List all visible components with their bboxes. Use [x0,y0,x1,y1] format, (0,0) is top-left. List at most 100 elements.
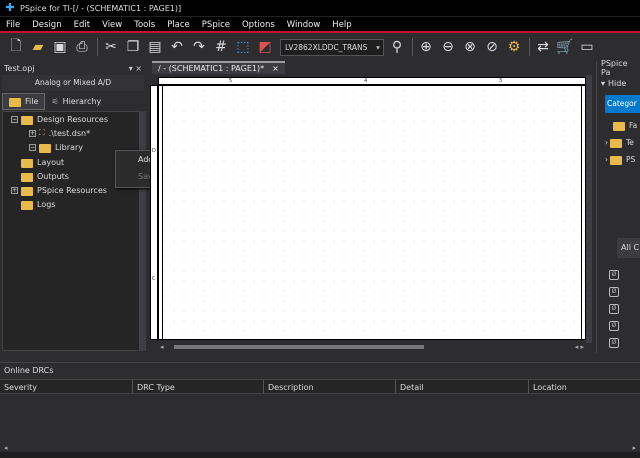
zoom-all-icon[interactable]: ⊘ [482,37,502,57]
column-drc-type[interactable]: DRC Type [133,380,264,393]
tab-file[interactable]: File [2,93,46,110]
project-panel-header: Test.opj ▾ × [0,61,146,75]
canvas-vertical-scrollbar[interactable] [586,75,592,343]
tab-schematic-page[interactable]: / - (SCHEMATIC1 : PAGE1)* × [152,61,285,74]
part-symbol-icon: Ø [609,303,619,314]
chevron-right-icon[interactable]: › [605,155,608,164]
pspice-part-panel: PSpice Pa ▾ Hide Categor Fa › Te › PS All C… [596,59,640,353]
project-panel: Test.opj ▾ × Analog or Mixed A/D File ⚟ … [0,61,146,353]
save-icon[interactable]: ▣ [50,37,70,57]
tab-hierarchy-label: Hierarchy [62,97,102,106]
folder-icon [610,156,622,165]
part-result-row[interactable]: Ø [609,300,640,317]
search-icon[interactable]: ⚲ [387,37,407,57]
annotate-icon[interactable]: ⚙ [504,37,524,57]
column-location[interactable]: Location [529,380,640,393]
collapse-icon[interactable]: − [29,144,36,152]
project-panel-title: Test.opj [4,63,35,73]
hide-label: Hide [608,79,627,88]
ruler-label: 5 [229,78,233,84]
schematic-page[interactable] [158,85,586,341]
new-icon[interactable]: 🗋 [6,37,26,57]
column-severity[interactable]: Severity [0,380,133,393]
tree-item-logs[interactable]: Logs [3,198,139,212]
part-result-row[interactable]: Ø [609,266,640,283]
scroll-left-icon[interactable]: ◂ [4,444,8,452]
close-icon[interactable]: × [272,64,279,73]
scroll-thumb[interactable] [174,345,424,349]
category-item[interactable]: Fa [605,117,640,134]
pspice-panel-header: PSpice Pa [597,59,640,77]
hierarchy-icon: ⚟ [51,97,59,106]
part-symbol-icon: Ø [609,286,619,297]
folder-icon [9,98,21,107]
window-title: PSpice for TI-[/ - (SCHEMATIC1 : PAGE1)] [20,3,182,13]
toolbar-separator [412,38,413,56]
folder-icon [39,144,51,154]
menu-bar: File Design Edit View Tools Place PSpice… [0,16,640,32]
tree-item-label: Layout [37,157,65,167]
tree-item-label: Outputs [37,171,69,181]
folder-icon [21,187,33,197]
canvas-horizontal-scrollbar[interactable]: ◂ ◂ ▸ [160,343,586,351]
grid-icon[interactable]: # [211,37,231,57]
part-result-row[interactable]: Ø [609,317,640,334]
all-categories-button[interactable]: All C [617,238,640,258]
tab-hierarchy[interactable]: ⚟ Hierarchy [45,93,107,110]
chevron-down-icon[interactable]: ▾ [373,40,383,55]
open-folder-icon[interactable]: ▰ [28,37,48,57]
drc-horizontal-scrollbar[interactable]: ◂ ▸ [0,444,640,452]
place-part-icon[interactable]: ◩ [255,37,275,57]
zoom-in-icon[interactable]: ⊕ [416,37,436,57]
tree-item-label: Library [55,143,83,153]
tab-file-label: File [25,97,39,106]
category-item[interactable]: › PS [605,151,640,168]
expand-icon[interactable]: + [29,129,36,137]
part-result-row[interactable]: Ø [609,283,640,300]
online-drc-panel: Online DRCs Severity DRC Type Descriptio… [0,362,640,458]
back-annotate-icon[interactable]: ⇄ [533,37,553,57]
app-icon: ✚ [5,1,15,14]
redo-icon[interactable]: ↷ [189,37,209,57]
column-detail[interactable]: Detail [396,380,529,393]
panel-controls[interactable]: ▾ × [129,64,142,73]
undo-icon[interactable]: ↶ [167,37,187,57]
view-tabs: File ⚟ Hierarchy [2,93,144,110]
drc-results-body [0,394,640,444]
scroll-left-icon[interactable]: ◂ [160,343,164,351]
print-icon[interactable]: ⎙ [72,37,92,57]
simulation-mode: Analog or Mixed A/D [2,75,144,91]
copy-icon[interactable]: ❐ [123,37,143,57]
project-tree: − Design Resources + ⛶ .\test.dsn* − Lib… [2,111,140,351]
expand-icon[interactable]: + [11,187,18,195]
zoom-fit-icon[interactable]: ⊗ [460,37,480,57]
extra-icon[interactable]: ▭ [577,37,597,57]
collapse-icon[interactable]: − [11,115,18,123]
tree-item-design-file[interactable]: + ⛶ .\test.dsn* [3,126,139,140]
cut-icon[interactable]: ✂ [101,37,121,57]
chevron-right-icon[interactable]: › [605,138,608,147]
paste-icon[interactable]: ▤ [145,37,165,57]
chevron-down-icon: ▾ [601,79,606,88]
cart-icon[interactable]: 🛒 [555,37,575,57]
part-value-combo[interactable]: LV2862XLDDC_TRANS ▾ [280,38,384,56]
scroll-right-icon[interactable]: ◂ ▸ [575,343,584,351]
left-ruler: D C [150,85,158,340]
toolbar: 🗋 ▰ ▣ ⎙ ✂ ❐ ▤ ↶ ↷ # ⬚ ◩ LV2862XLDDC_TRAN… [0,33,640,61]
tree-item-design-resources[interactable]: − Design Resources [3,112,139,126]
scroll-right-icon[interactable]: ▸ [632,444,636,452]
category-item-label: Te [626,138,634,147]
tree-item-label: PSpice Resources [37,186,107,196]
pspice-panel-title: PSpice Pa [601,59,628,77]
category-item[interactable]: › Te [605,134,640,151]
part-result-row[interactable]: Ø [609,334,640,351]
ruler-label: C [152,276,156,282]
zoom-out-icon[interactable]: ⊖ [438,37,458,57]
category-tree: Fa › Te › PS [605,117,640,168]
project-vertical-scrollbar[interactable] [140,111,146,351]
status-bar [0,452,640,458]
select-area-icon[interactable]: ⬚ [233,37,253,57]
part-value-text: LV2862XLDDC_TRANS [285,42,368,52]
column-description[interactable]: Description [264,380,396,393]
category-header: Categor [605,95,640,113]
